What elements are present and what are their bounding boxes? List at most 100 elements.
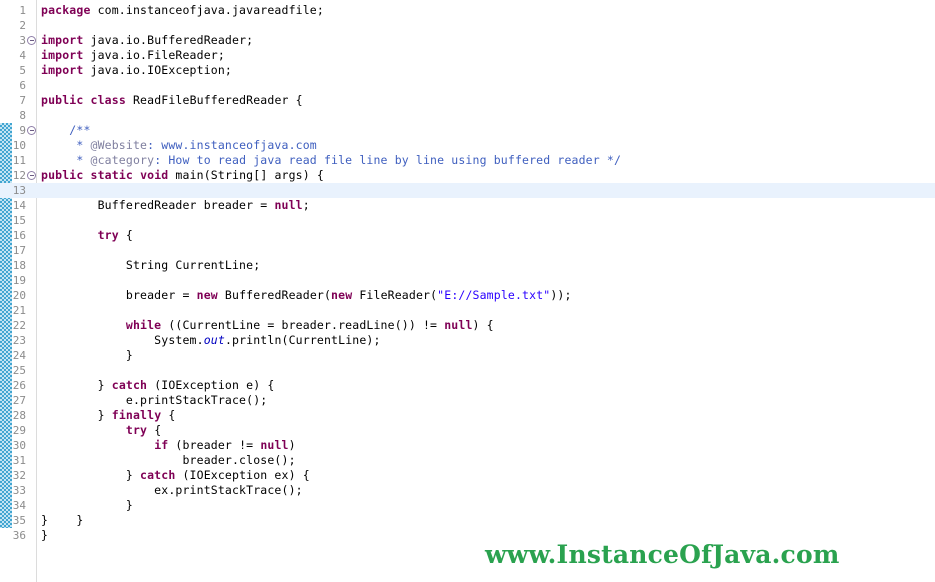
code-line[interactable]: 26 } catch (IOException e) { <box>0 378 935 393</box>
line-number: 5 <box>19 64 26 77</box>
line-number: 17 <box>12 244 26 257</box>
code-line[interactable]: 30 if (breader != null) <box>0 438 935 453</box>
code-line[interactable]: 34 } <box>0 498 935 513</box>
line-number: 2 <box>19 19 26 32</box>
token-plain: { <box>118 228 133 242</box>
code-line[interactable]: 24 } <box>0 348 935 363</box>
token-plain: breader.close(); <box>41 453 296 467</box>
fold-collapse-icon[interactable] <box>27 126 36 135</box>
code-line[interactable]: 13 <box>0 183 935 198</box>
token-kw: void <box>140 168 169 182</box>
code-text: if (breader != null) <box>41 438 296 453</box>
code-line[interactable]: 4 import java.io.FileReader; <box>0 48 935 63</box>
line-number: 15 <box>12 214 26 227</box>
code-line[interactable]: 29 try { <box>0 423 935 438</box>
line-number: 23 <box>12 334 26 347</box>
code-line[interactable]: 1 package com.instanceofjava.javareadfile… <box>0 3 935 18</box>
code-line[interactable]: 33 ex.printStackTrace(); <box>0 483 935 498</box>
code-text: * @category: How to read java read file … <box>41 153 621 168</box>
code-text: String CurrentLine; <box>41 258 260 273</box>
token-plain: )); <box>550 288 572 302</box>
code-line[interactable]: 23 System.out.println(CurrentLine); <box>0 333 935 348</box>
code-line[interactable]: 35 } } <box>0 513 935 528</box>
code-text: } catch (IOException e) { <box>41 378 275 393</box>
line-number: 1 <box>19 4 26 17</box>
code-text: import java.io.BufferedReader; <box>41 33 253 48</box>
code-line[interactable]: 6 <box>0 78 935 93</box>
code-line[interactable]: 14 BufferedReader breader = null; <box>0 198 935 213</box>
code-line[interactable]: 19 <box>0 273 935 288</box>
code-editor[interactable]: 1 package com.instanceofjava.javareadfile… <box>0 0 935 582</box>
line-number: 8 <box>19 109 26 122</box>
line-number: 6 <box>19 79 26 92</box>
code-text: public class ReadFileBufferedReader { <box>41 93 303 108</box>
code-line[interactable]: 15 <box>0 213 935 228</box>
token-plain: java.io.BufferedReader; <box>83 33 254 47</box>
token-kw: catch <box>111 378 148 392</box>
line-number: 10 <box>12 139 26 152</box>
token-kw: public <box>41 93 84 107</box>
token-cmtt: @Website <box>90 138 148 152</box>
line-number: 33 <box>12 484 26 497</box>
line-number: 27 <box>12 394 26 407</box>
token-cmt: * <box>41 153 91 167</box>
fold-collapse-icon[interactable] <box>27 36 36 45</box>
token-plain: (breader != <box>168 438 261 452</box>
token-kw: null <box>260 438 289 452</box>
code-line[interactable]: 7 public class ReadFileBufferedReader { <box>0 93 935 108</box>
token-kw: static <box>90 168 133 182</box>
code-line[interactable]: 10 * @Website: www.instanceofjava.com <box>0 138 935 153</box>
line-number: 21 <box>12 304 26 317</box>
token-cmt: /** <box>41 123 91 137</box>
token-kw: catch <box>140 468 176 482</box>
code-line[interactable]: 27 e.printStackTrace(); <box>0 393 935 408</box>
token-kw: class <box>90 93 126 107</box>
code-text: } } <box>41 513 83 528</box>
code-line[interactable]: 12 public static void main(String[] args)… <box>0 168 935 183</box>
code-text: public static void main(String[] args) { <box>41 168 324 183</box>
line-number: 14 <box>12 199 26 212</box>
code-line[interactable]: 2 <box>0 18 935 33</box>
line-number: 29 <box>12 424 26 437</box>
code-line[interactable]: 28 } finally { <box>0 408 935 423</box>
token-plain: { <box>147 423 162 437</box>
code-line[interactable]: 17 <box>0 243 935 258</box>
line-number: 20 <box>12 289 26 302</box>
token-plain: BufferedReader( <box>217 288 332 302</box>
line-number: 35 <box>12 514 26 527</box>
token-plain: } <box>41 348 133 362</box>
code-line[interactable]: 18 String CurrentLine; <box>0 258 935 273</box>
code-line[interactable]: 20 breader = new BufferedReader(new File… <box>0 288 935 303</box>
code-line[interactable]: 21 <box>0 303 935 318</box>
code-text: package com.instanceofjava.javareadfile; <box>41 3 324 18</box>
code-line[interactable]: 16 try { <box>0 228 935 243</box>
code-line[interactable]: 22 while ((CurrentLine = breader.readLin… <box>0 318 935 333</box>
line-number: 9 <box>19 124 26 137</box>
code-line[interactable]: 9 /** <box>0 123 935 138</box>
token-plain: main(String[] args) { <box>168 168 324 182</box>
code-line[interactable]: 8 <box>0 108 935 123</box>
token-plain: ReadFileBufferedReader { <box>125 93 303 107</box>
token-plain: BufferedReader breader = <box>41 198 275 212</box>
code-line[interactable]: 31 breader.close(); <box>0 453 935 468</box>
code-line[interactable]: 25 <box>0 363 935 378</box>
line-number: 12 <box>12 169 26 182</box>
fold-collapse-icon[interactable] <box>27 171 36 180</box>
code-line[interactable]: 3 import java.io.BufferedReader; <box>0 33 935 48</box>
line-number: 28 <box>12 409 26 422</box>
line-number: 30 <box>12 439 26 452</box>
code-text: e.printStackTrace(); <box>41 393 267 408</box>
code-line[interactable]: 11 * @category: How to read java read fi… <box>0 153 935 168</box>
code-line[interactable]: 32 } catch (IOException ex) { <box>0 468 935 483</box>
code-line[interactable]: 5 import java.io.IOException; <box>0 63 935 78</box>
token-sfld: out <box>203 333 225 347</box>
token-kw: while <box>125 318 162 332</box>
token-cmt: * <box>41 138 91 152</box>
line-number: 4 <box>19 49 26 62</box>
token-kw: new <box>331 288 353 302</box>
